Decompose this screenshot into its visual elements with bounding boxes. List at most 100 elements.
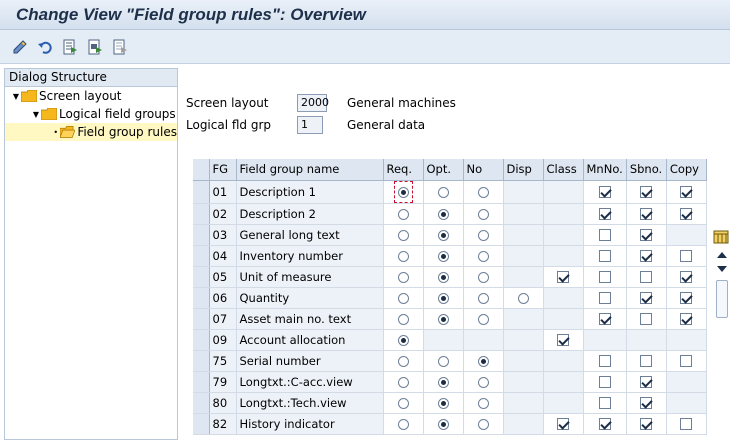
table-settings-icon[interactable] <box>713 229 729 245</box>
undo-icon[interactable] <box>35 37 55 57</box>
tree-item-logical-field-groups[interactable]: ▼ Logical field groups <box>5 105 177 123</box>
vertical-scrollbar[interactable] <box>714 248 730 440</box>
class-checkbox[interactable] <box>557 418 569 430</box>
table-row[interactable]: 07 Asset main no. text <box>193 308 707 330</box>
mnno-checkbox[interactable] <box>598 271 611 283</box>
column-header-no[interactable]: No <box>463 159 504 181</box>
column-header-fg[interactable]: FG <box>209 159 237 181</box>
sbno-checkbox[interactable] <box>640 313 653 325</box>
no-radio[interactable] <box>477 397 489 409</box>
copy-checkbox[interactable] <box>680 292 693 304</box>
mnno-checkbox[interactable] <box>598 397 611 409</box>
row-selector[interactable] <box>193 371 210 393</box>
logical-fld-grp-field[interactable]: 1 <box>297 116 323 134</box>
scroll-up-icon[interactable] <box>714 248 730 262</box>
mnno-checkbox[interactable] <box>598 208 611 220</box>
copy-checkbox[interactable] <box>680 418 693 430</box>
no-radio[interactable] <box>477 418 489 430</box>
table-row[interactable]: 75 Serial number <box>193 350 707 372</box>
req-radio[interactable] <box>397 250 409 262</box>
row-selector[interactable] <box>193 266 210 288</box>
opt-radio[interactable] <box>437 229 449 241</box>
table-row[interactable]: 03 General long text <box>193 224 707 246</box>
copy-checkbox[interactable] <box>680 208 693 220</box>
table-row[interactable]: 09 Account allocation <box>193 329 707 351</box>
req-radio[interactable] <box>397 186 409 198</box>
no-radio[interactable] <box>477 208 489 220</box>
row-selector[interactable] <box>193 224 210 246</box>
column-header-copy[interactable]: Copy <box>666 159 707 181</box>
row-selector[interactable] <box>193 180 210 204</box>
opt-radio[interactable] <box>437 292 449 304</box>
mnno-checkbox[interactable] <box>598 313 611 325</box>
deselect-all-icon[interactable] <box>110 37 130 57</box>
opt-radio[interactable] <box>437 271 449 283</box>
no-radio[interactable] <box>477 355 489 367</box>
select-block-icon[interactable] <box>85 37 105 57</box>
sbno-checkbox[interactable] <box>640 208 653 220</box>
scroll-down-icon[interactable] <box>714 262 730 276</box>
req-radio[interactable] <box>397 334 409 346</box>
table-row[interactable]: 04 Inventory number <box>193 245 707 267</box>
select-all-icon[interactable] <box>60 37 80 57</box>
table-row[interactable]: 82 History indicator <box>193 413 707 435</box>
req-radio[interactable] <box>397 271 409 283</box>
row-selector[interactable] <box>193 287 210 309</box>
mnno-checkbox[interactable] <box>598 186 611 198</box>
no-radio[interactable] <box>477 292 489 304</box>
mnno-checkbox[interactable] <box>598 292 611 304</box>
copy-checkbox[interactable] <box>680 186 693 198</box>
mnno-checkbox[interactable] <box>598 376 611 388</box>
table-row[interactable]: 06 Quantity <box>193 287 707 309</box>
sbno-checkbox[interactable] <box>640 376 653 388</box>
opt-radio[interactable] <box>437 355 449 367</box>
no-radio[interactable] <box>477 250 489 262</box>
req-radio[interactable] <box>397 397 409 409</box>
sbno-checkbox[interactable] <box>640 250 653 262</box>
no-radio[interactable] <box>477 229 489 241</box>
table-row[interactable]: 01 Description 1 <box>193 180 707 204</box>
sbno-checkbox[interactable] <box>640 186 653 198</box>
req-radio[interactable] <box>397 355 409 367</box>
select-all-rows-cell[interactable] <box>193 159 210 181</box>
sbno-checkbox[interactable] <box>640 418 653 430</box>
class-checkbox[interactable] <box>557 334 569 346</box>
table-row[interactable]: 80 Longtxt.:Tech.view <box>193 392 707 414</box>
copy-checkbox[interactable] <box>680 313 693 325</box>
column-header-disp[interactable]: Disp <box>503 159 544 181</box>
sbno-checkbox[interactable] <box>640 355 653 367</box>
table-row[interactable]: 02 Description 2 <box>193 203 707 225</box>
mnno-checkbox[interactable] <box>598 355 611 367</box>
req-radio[interactable] <box>397 418 409 430</box>
column-header-req[interactable]: Req. <box>383 159 424 181</box>
sbno-checkbox[interactable] <box>640 292 653 304</box>
req-radio[interactable] <box>397 376 409 388</box>
req-radio[interactable] <box>397 292 409 304</box>
no-radio[interactable] <box>477 271 489 283</box>
display-change-icon[interactable] <box>10 37 30 57</box>
row-selector[interactable] <box>193 308 210 330</box>
sbno-checkbox[interactable] <box>640 229 653 241</box>
expand-arrow-icon[interactable]: ▼ <box>31 110 41 119</box>
column-header-class[interactable]: Class <box>543 159 584 181</box>
table-row[interactable]: 79 Longtxt.:C-acc.view <box>193 371 707 393</box>
opt-radio[interactable] <box>437 208 449 220</box>
no-radio[interactable] <box>477 313 489 325</box>
copy-checkbox[interactable] <box>680 271 693 283</box>
sbno-checkbox[interactable] <box>640 271 653 283</box>
tree-item-screen-layout[interactable]: ▼ Screen layout <box>5 87 177 105</box>
row-selector[interactable] <box>193 329 210 351</box>
table-row[interactable]: 05 Unit of measure <box>193 266 707 288</box>
expand-arrow-icon[interactable]: ▼ <box>11 92 21 101</box>
mnno-checkbox[interactable] <box>598 250 611 262</box>
row-selector[interactable] <box>193 350 210 372</box>
opt-radio[interactable] <box>437 186 449 198</box>
copy-checkbox[interactable] <box>680 250 693 262</box>
scrollbar-thumb[interactable] <box>716 280 728 318</box>
column-header-opt[interactable]: Opt. <box>423 159 464 181</box>
disp-radio[interactable] <box>517 292 529 304</box>
class-checkbox[interactable] <box>557 271 569 283</box>
row-selector[interactable] <box>193 413 210 435</box>
screen-layout-field[interactable]: 2000 <box>297 94 329 112</box>
no-radio[interactable] <box>477 186 489 198</box>
